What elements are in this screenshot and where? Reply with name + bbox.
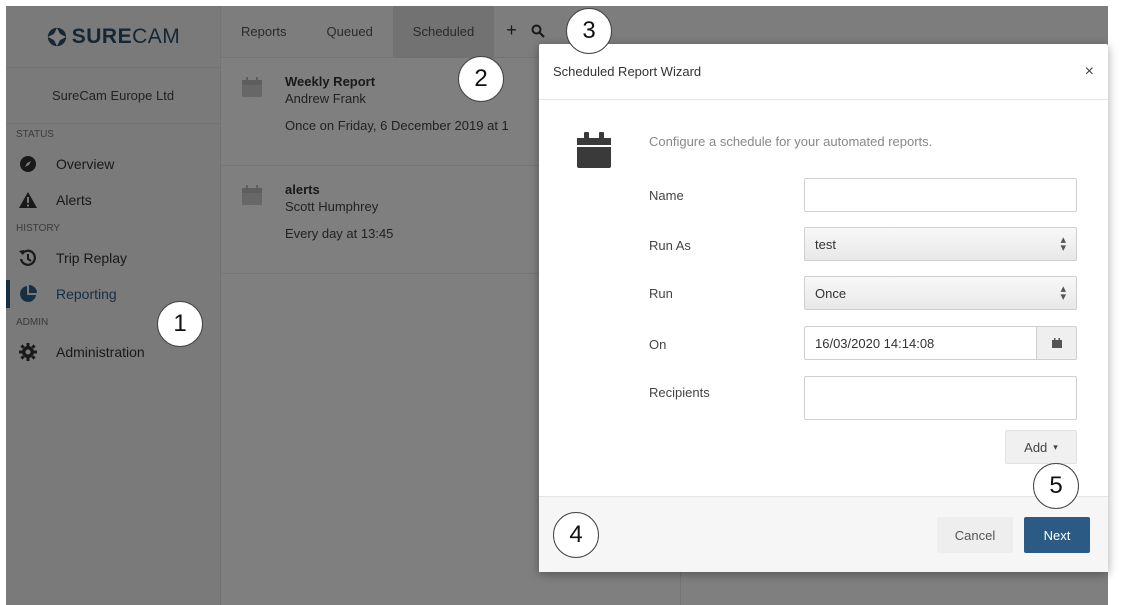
wizard-intro-text: Configure a schedule for your automated … [649,134,933,149]
cancel-button[interactable]: Cancel [937,517,1013,553]
next-button[interactable]: Next [1024,517,1090,553]
scheduled-report-wizard-dialog: Scheduled Report Wizard × Configure a sc… [539,44,1108,572]
select-arrows-icon: ▴ ▾ [1060,234,1066,254]
run-as-label: Run As [649,238,691,253]
run-select[interactable]: Once ▴ ▾ [804,276,1077,310]
close-icon[interactable]: × [1085,63,1094,81]
calendar-icon [1051,338,1062,348]
run-as-select[interactable]: test ▴ ▾ [804,227,1077,261]
callout-2: 2 [458,56,504,102]
select-arrows-icon: ▴ ▾ [1060,283,1066,303]
caret-down-icon: ▾ [1053,441,1058,452]
on-datetime-input[interactable]: 16/03/2020 14:14:08 [804,326,1036,360]
add-button-label: Add [1024,439,1048,455]
calendar-picker-button[interactable] [1036,326,1077,360]
on-label: On [649,337,667,352]
run-label: Run [649,286,673,301]
add-recipient-button[interactable]: Add ▾ [1005,430,1077,464]
callout-4: 4 [553,512,599,558]
recipients-label: Recipients [649,385,710,400]
modal-title: Scheduled Report Wizard [553,64,702,79]
callout-3: 3 [566,8,612,54]
callout-5: 5 [1033,463,1079,509]
modal-footer: Cancel Next [539,496,1108,572]
calendar-icon [577,132,611,168]
modal-body: Configure a schedule for your automated … [539,100,1108,496]
run-value: Once [815,285,847,301]
modal-header: Scheduled Report Wizard × [539,44,1108,100]
recipients-input[interactable] [804,376,1077,420]
name-input[interactable] [804,178,1077,212]
callout-1: 1 [157,301,203,347]
run-as-value: test [815,236,836,252]
on-datetime-field: 16/03/2020 14:14:08 [804,326,1077,360]
name-label: Name [649,188,684,203]
